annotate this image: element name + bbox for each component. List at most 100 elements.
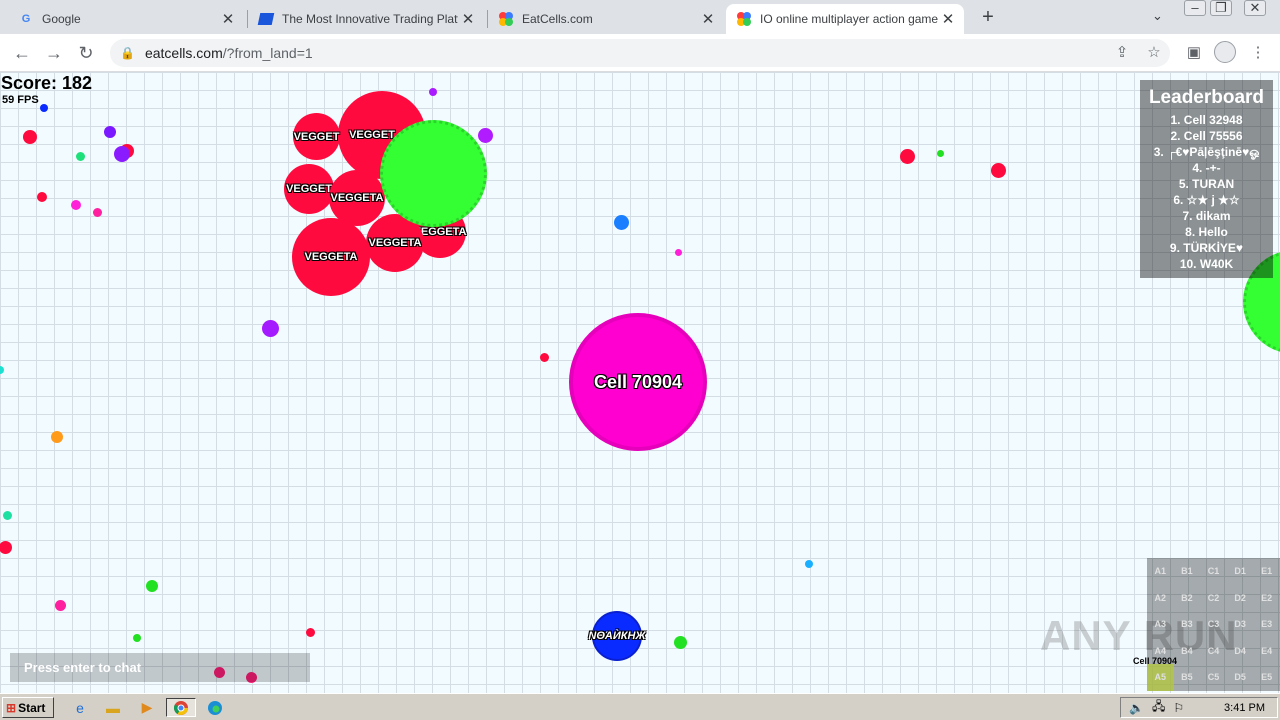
player-name: Cell 70904	[593, 371, 683, 392]
minimap-sector: D5	[1234, 672, 1246, 683]
address-bar[interactable]: 🔒 eatcells.com/?from_land=1	[110, 39, 1170, 67]
close-tab-icon[interactable]: ✕	[458, 10, 478, 28]
minimap-sector: C4	[1207, 645, 1220, 656]
windows-flag-icon: ⊞	[6, 700, 17, 715]
minimap-sector: C5	[1207, 672, 1220, 683]
network-icon[interactable]: 🖧	[1152, 697, 1165, 718]
fps-counter: 59 FPS	[2, 94, 39, 106]
cell-name: VEGGET	[293, 130, 340, 143]
minimize-button[interactable]: –	[1184, 0, 1206, 16]
tab-title: EatCells.com	[522, 12, 593, 26]
food-pellet	[0, 541, 12, 554]
action-center-flag-icon[interactable]: ⚐	[1173, 701, 1184, 715]
leaderboard-entry: 4. -+-	[1192, 161, 1221, 175]
bookmark-star-icon[interactable]: ☆	[1142, 41, 1166, 65]
profile-avatar-icon[interactable]	[1214, 41, 1236, 63]
food-pellet	[114, 146, 130, 162]
ie-icon[interactable]: e	[70, 698, 90, 717]
leaderboard-entry: 2. Cell 75556	[1170, 129, 1243, 143]
eatcells-icon	[498, 11, 514, 27]
start-label: Start	[18, 700, 46, 715]
minimap-sector: A1	[1154, 566, 1167, 576]
minimap-sector: C1	[1207, 566, 1220, 576]
close-window-button[interactable]: ✕	[1244, 0, 1266, 16]
clock[interactable]: 3:41 PM	[1224, 702, 1265, 714]
food-pellet	[40, 104, 48, 112]
food-pellet	[3, 511, 12, 520]
food-pellet	[675, 249, 682, 256]
food-pellet	[133, 634, 141, 642]
tab-google[interactable]: G Google ✕	[8, 4, 244, 34]
player-cell: Cell 70904	[569, 313, 707, 451]
leaderboard-entry: 9. TÜRKİYE♥	[1169, 241, 1244, 255]
leaderboard-entry: 7. dikam	[1182, 209, 1231, 223]
enemy-cell: VEGGETA	[292, 218, 370, 296]
close-tab-icon[interactable]: ✕	[938, 10, 958, 28]
cell-name: VEGGETA	[330, 192, 384, 204]
google-icon: G	[21, 13, 31, 25]
minimap-sector: B5	[1181, 672, 1193, 683]
minimap-sector: B3	[1181, 619, 1193, 630]
start-button[interactable]: ⊞ Start	[2, 697, 54, 718]
eatcells-icon	[736, 11, 752, 27]
new-tab-button[interactable]: +	[976, 5, 1000, 29]
minimap-sector: A3	[1154, 619, 1167, 630]
food-pellet	[104, 126, 116, 138]
chat-input[interactable]: Press enter to chat	[10, 653, 310, 682]
chrome-icon[interactable]	[166, 698, 196, 717]
minimap-sector: D1	[1234, 566, 1246, 576]
food-pellet	[937, 150, 944, 157]
minimap-sector-current: A5	[1147, 664, 1174, 691]
food-pellet	[76, 152, 85, 161]
leaderboard-entry: 8. Hello	[1185, 225, 1228, 239]
edge-icon[interactable]	[205, 698, 225, 717]
tab-title: IO online multiplayer action game. St	[760, 12, 938, 26]
food-pellet	[991, 163, 1006, 178]
leaderboard: Leaderboard 1. Cell 32948 2. Cell 75556 …	[1140, 80, 1273, 278]
taskbar: ⊞ Start e ▬ ▶ 🔈 🖧 ⚐ 3:41 PM	[0, 693, 1280, 720]
food-pellet	[146, 580, 158, 592]
minimap-sector: B4	[1181, 645, 1193, 656]
url-path: /?from_land=1	[222, 45, 313, 61]
cell-name: ΝΘΆЍКНЖ	[588, 630, 646, 642]
food-pellet	[93, 208, 102, 217]
tab-title: Google	[42, 12, 81, 26]
forward-arrow-icon[interactable]: →	[42, 41, 66, 65]
game-canvas[interactable]: VEGGET VEGGET VEGGET VEGGETA VEGGETA VEG…	[0, 72, 1280, 693]
cell-name: VEGGET	[286, 183, 332, 195]
cell-name: VEGGET	[349, 129, 395, 141]
tab-eatcells[interactable]: EatCells.com ✕	[488, 4, 724, 34]
minimap: A1 B1 C1 D1 E1 A2 B2 C2 D2 E2 A3 B3 C3 D…	[1133, 558, 1280, 691]
cell-name: VEGGETA	[368, 237, 422, 249]
reload-icon[interactable]: ↻	[74, 41, 98, 65]
lock-icon[interactable]: 🔒	[120, 46, 135, 60]
food-pellet	[429, 88, 437, 96]
side-panel-icon[interactable]: ▣	[1182, 41, 1206, 65]
tab-search-chevron-icon[interactable]: ⌄	[1152, 8, 1163, 24]
tab-io-game[interactable]: IO online multiplayer action game. St ✕	[726, 4, 964, 34]
restore-button[interactable]: ❐	[1210, 0, 1232, 16]
leaderboard-entry: 6. ⁪☆★ j ★☆⁪	[1173, 193, 1240, 207]
back-arrow-icon[interactable]: ←	[10, 41, 34, 65]
minimap-sector: A2	[1154, 592, 1167, 603]
url-host: eatcells.com	[144, 45, 223, 61]
food-pellet	[540, 353, 549, 362]
browser-toolbar: ← → ↻ 🔒 eatcells.com/?from_land=1 ⇪ ☆ ▣ …	[0, 34, 1280, 72]
folder-icon[interactable]: ▬	[103, 698, 123, 717]
minimap-sector: E1	[1261, 566, 1273, 576]
trading-icon	[257, 11, 275, 27]
media-player-icon[interactable]: ▶	[137, 698, 157, 717]
minimap-sector: E4	[1261, 645, 1273, 656]
share-icon[interactable]: ⇪	[1110, 41, 1134, 65]
close-tab-icon[interactable]: ✕	[698, 10, 718, 28]
volume-icon[interactable]: 🔈	[1129, 701, 1144, 715]
minimap-sector: D4	[1234, 645, 1246, 656]
food-pellet	[55, 600, 66, 611]
tab-trading[interactable]: The Most Innovative Trading Platform ✕	[248, 4, 484, 34]
minimap-player-label: Cell 70904	[1133, 656, 1178, 666]
close-tab-icon[interactable]: ✕	[218, 10, 238, 28]
menu-kebab-icon[interactable]: ⋮	[1246, 41, 1270, 65]
score-display: Score: 182	[1, 73, 93, 93]
other-player-cell: ΝΘΆЍКНЖ	[588, 611, 646, 661]
minimap-sector: B2	[1181, 592, 1193, 603]
